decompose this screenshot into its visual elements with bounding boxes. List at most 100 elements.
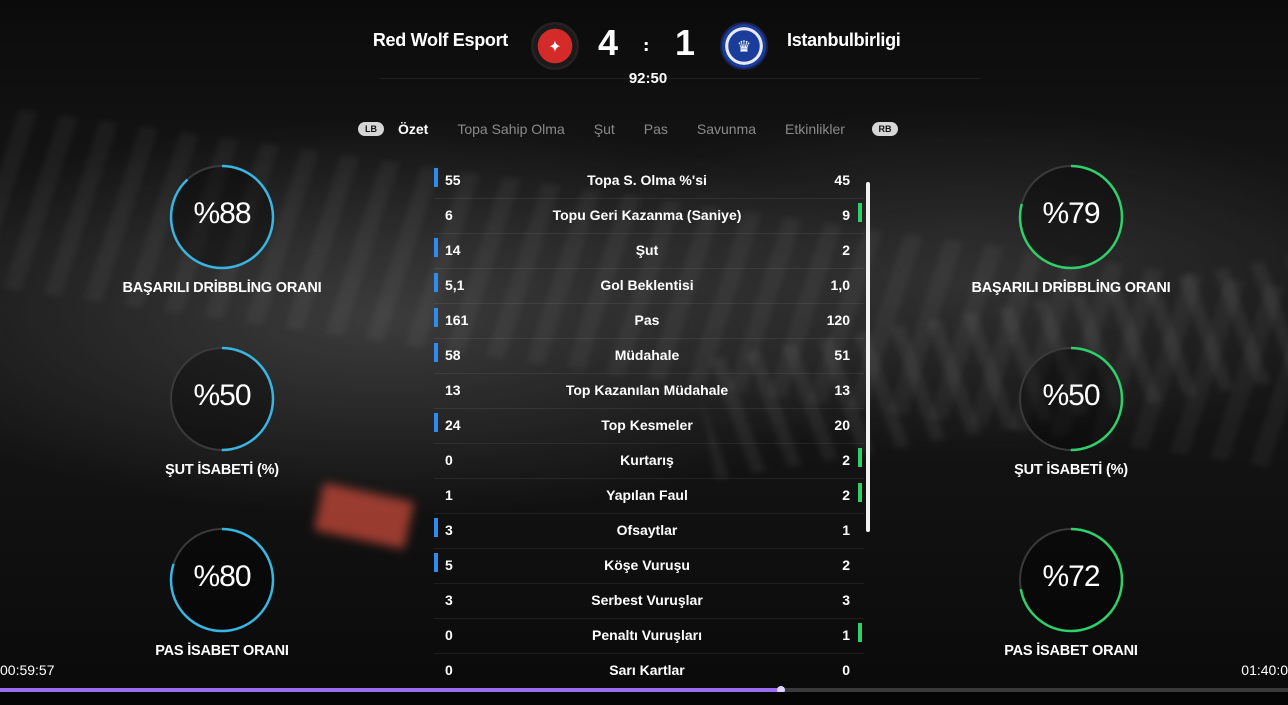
stat-home-value: 6 (445, 207, 453, 223)
stat-away-value: 2 (842, 487, 850, 503)
video-elapsed-time: 00:59:57 (0, 662, 55, 678)
tab-passing[interactable]: Pas (644, 121, 668, 137)
stat-away-value: 45 (834, 172, 850, 188)
stat-label: Gol Beklentisi (600, 277, 694, 293)
home-ring-value: %80 (193, 560, 251, 593)
home-ring-label: ŞUT İSABETİ (%) (165, 462, 279, 478)
stat-row: 0 Sarı Kartlar 0 (434, 654, 864, 689)
home-leader-bar (434, 343, 438, 362)
stat-away-value: 2 (842, 242, 850, 258)
home-team-crest-icon: ✦ (531, 22, 579, 70)
stat-home-value: 24 (445, 417, 461, 433)
stat-home-value: 1 (445, 487, 453, 503)
stat-row: 5,1 Gol Beklentisi 1,0 (434, 269, 864, 304)
lb-bumper-icon[interactable]: LB (358, 122, 384, 136)
stat-home-value: 3 (445, 522, 453, 538)
tab-shots[interactable]: Şut (594, 121, 615, 137)
score-separator: : (643, 36, 650, 55)
stat-row: 55 Topa S. Olma %'si 45 (434, 164, 864, 199)
stats-table: 55 Topa S. Olma %'si 45 6 Topu Geri Kazanma … (434, 164, 864, 689)
tab-events[interactable]: Etkinlikler (785, 121, 845, 137)
stat-label: Penaltı Vuruşları (592, 627, 702, 643)
stat-label: Serbest Vuruşlar (591, 592, 703, 608)
stat-away-value: 2 (842, 557, 850, 573)
stat-away-value: 2 (842, 452, 850, 468)
stat-row: 5 Köşe Vuruşu 2 (434, 549, 864, 584)
stat-away-value: 0 (842, 662, 850, 678)
away-leader-bar (858, 483, 862, 502)
stat-away-value: 20 (834, 417, 850, 433)
stat-row: 161 Pas 120 (434, 304, 864, 339)
tab-ozet[interactable]: Özet (398, 121, 428, 137)
stat-home-value: 161 (445, 312, 469, 328)
video-total-time: 01:40:0 (1241, 662, 1288, 678)
away-leader-bar (858, 623, 862, 642)
stat-away-value: 1 (842, 627, 850, 643)
stat-home-value: 0 (445, 662, 453, 678)
stat-row: 0 Kurtarış 2 (434, 444, 864, 479)
stat-row: 14 Şut 2 (434, 234, 864, 269)
home-ring-value: %50 (193, 379, 251, 412)
stat-home-value: 5 (445, 557, 453, 573)
away-ring-value: %79 (1042, 197, 1100, 230)
home-ring-1: %50 (168, 345, 276, 453)
home-ring-value: %88 (193, 197, 251, 230)
stat-label: Müdahale (614, 347, 680, 363)
away-ring-0: %79 (1017, 163, 1125, 271)
home-ring-label: PAS İSABET ORANI (155, 643, 289, 659)
stat-label: Yapılan Faul (606, 487, 688, 503)
stat-label: Top Kesmeler (601, 417, 693, 433)
stat-label: Köşe Vuruşu (604, 557, 690, 573)
away-ring-1: %50 (1017, 345, 1125, 453)
stat-home-value: 13 (445, 382, 461, 398)
stat-home-value: 5,1 (445, 277, 465, 293)
stat-label: Pas (634, 312, 660, 328)
stat-home-value: 0 (445, 452, 453, 468)
stat-away-value: 1,0 (830, 277, 850, 293)
stat-home-value: 14 (445, 242, 461, 258)
stat-label: Top Kazanılan Müdahale (565, 382, 729, 398)
away-ring-value: %72 (1042, 560, 1100, 593)
tab-possession[interactable]: Topa Sahip Olma (457, 121, 564, 137)
header-divider (380, 78, 980, 79)
home-leader-bar (434, 273, 438, 292)
stat-away-value: 120 (826, 312, 850, 328)
home-team-name: Red Wolf Esport (372, 30, 508, 50)
away-ring-2: %72 (1017, 526, 1125, 634)
home-leader-bar (434, 168, 438, 187)
home-leader-bar (434, 308, 438, 327)
home-leader-bar (434, 413, 438, 432)
stats-tab-bar: LB Özet Topa Sahip Olma Şut Pas Savunma … (358, 118, 898, 140)
home-leader-bar (434, 238, 438, 257)
tab-defending[interactable]: Savunma (697, 121, 756, 137)
stat-row: 24 Top Kesmeler 20 (434, 409, 864, 444)
stat-away-value: 9 (842, 207, 850, 223)
stat-label: Topu Geri Kazanma (Saniye) (552, 207, 742, 223)
stat-row: 6 Topu Geri Kazanma (Saniye) 9 (434, 199, 864, 234)
stat-home-value: 55 (445, 172, 461, 188)
stat-home-value: 58 (445, 347, 461, 363)
away-ring-label: ŞUT İSABETİ (%) (1014, 462, 1128, 478)
home-score: 4 (598, 22, 619, 63)
away-ring-label: PAS İSABET ORANI (1004, 643, 1138, 659)
match-stats-screen: Red Wolf Esport ✦ 4 : 1 ♛ Istanbulbirlig… (0, 0, 1288, 705)
stats-scrollbar[interactable] (866, 182, 870, 532)
stat-label: Ofsaytlar (616, 522, 678, 538)
stat-label: Sarı Kartlar (609, 662, 685, 678)
rb-bumper-icon[interactable]: RB (871, 122, 898, 136)
stat-home-value: 0 (445, 627, 453, 643)
stat-away-value: 51 (834, 347, 850, 363)
stat-row: 0 Penaltı Vuruşları 1 (434, 619, 864, 654)
stat-label: Topa S. Olma %'si (587, 172, 707, 188)
home-ring-0: %88 (168, 163, 276, 271)
home-ring-label: BAŞARILI DRİBBLİNG ORANI (122, 280, 322, 296)
video-controls-strip (0, 692, 1288, 705)
stat-row: 13 Top Kazanılan Müdahale 13 (434, 374, 864, 409)
stat-row: 3 Serbest Vuruşlar 3 (434, 584, 864, 619)
home-leader-bar (434, 553, 438, 572)
away-team-crest-icon: ♛ (720, 22, 768, 70)
away-leader-bar (858, 203, 862, 222)
stat-label: Şut (635, 242, 659, 258)
stat-row: 1 Yapılan Faul 2 (434, 479, 864, 514)
home-leader-bar (434, 518, 438, 537)
